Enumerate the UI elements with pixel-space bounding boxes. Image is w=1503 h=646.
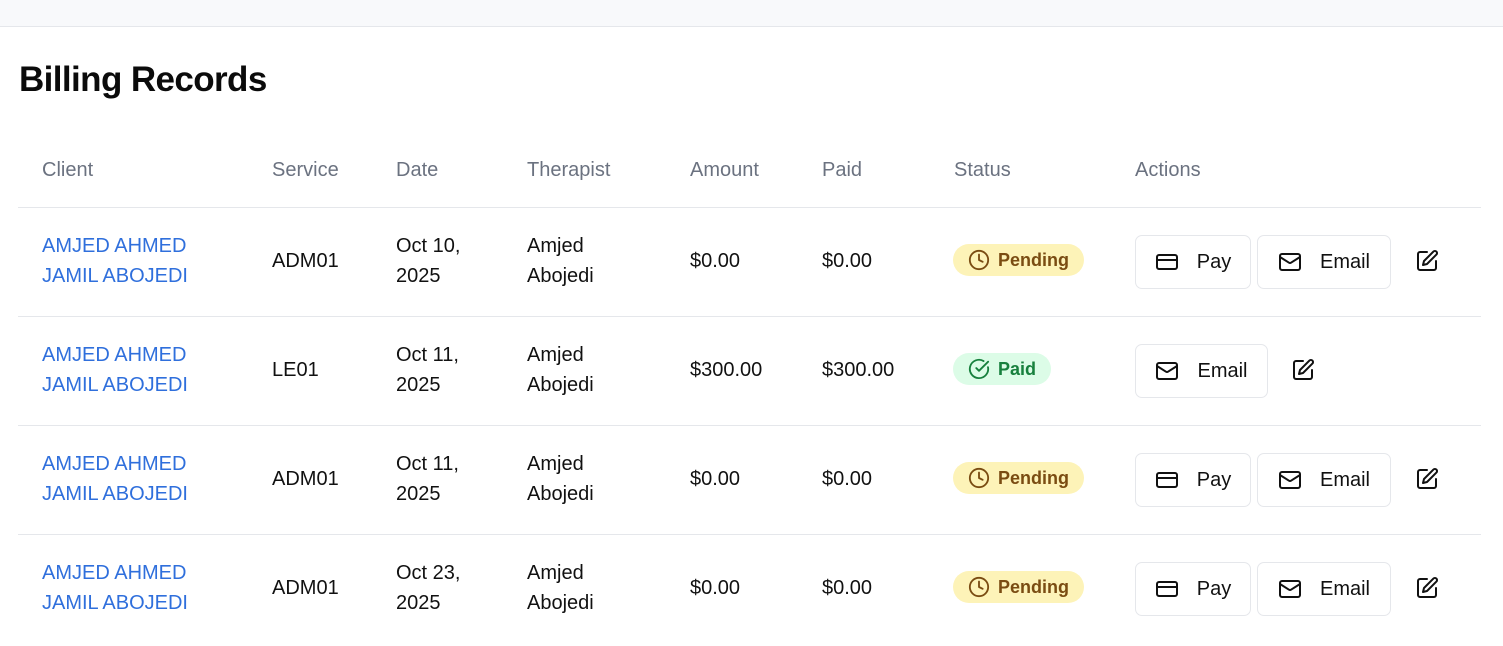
email-button[interactable]: Email <box>1257 453 1391 507</box>
page-title: Billing Records <box>19 60 267 99</box>
therapist-name: Amjed Abojedi <box>527 344 594 396</box>
pay-button[interactable]: Pay <box>1135 562 1251 616</box>
pay-label: Pay <box>1196 577 1232 600</box>
amount-value: $0.00 <box>690 468 741 490</box>
header-amount: Amount <box>690 159 759 181</box>
email-button[interactable]: Email <box>1257 235 1391 289</box>
therapist-name: Amjed Abojedi <box>527 453 594 505</box>
service-code: ADM01 <box>272 577 339 599</box>
service-code: ADM01 <box>272 250 339 272</box>
edit-icon <box>1291 358 1317 382</box>
header-therapist: Therapist <box>527 159 611 181</box>
paid-value: $0.00 <box>822 468 873 490</box>
edit-button[interactable] <box>1415 249 1441 275</box>
status-badge: Pending <box>953 462 1084 494</box>
status-badge: Pending <box>953 244 1084 276</box>
header-actions: Actions <box>1135 159 1201 181</box>
amount-value: $0.00 <box>690 577 741 599</box>
client-name-link[interactable]: AMJED AHMED JAMIL ABOJEDI <box>42 558 188 618</box>
billing-date: Oct 10, 2025 <box>396 235 461 287</box>
table-row: AMJED AHMED JAMIL ABOJEDI LE01 Oct 11, 202… <box>18 317 1481 426</box>
table-row: AMJED AHMED JAMIL ABOJEDI ADM01 Oct 23, 20… <box>18 535 1481 644</box>
status-label: Pending <box>998 576 1069 597</box>
clock-icon <box>968 249 998 271</box>
mail-icon <box>1278 468 1320 492</box>
paid-value: $0.00 <box>822 250 873 272</box>
service-code: ADM01 <box>272 468 339 490</box>
amount-value: $0.00 <box>690 250 741 272</box>
header-service: Service <box>272 159 339 181</box>
pay-button[interactable]: Pay <box>1135 235 1251 289</box>
edit-icon <box>1415 467 1441 491</box>
email-label: Email <box>1319 577 1370 600</box>
client-name-link[interactable]: AMJED AHMED JAMIL ABOJEDI <box>42 231 188 291</box>
pay-label: Pay <box>1196 468 1232 491</box>
billing-table: Client Service Date Therapist Amount Pai… <box>18 135 1481 644</box>
service-code: LE01 <box>272 359 319 381</box>
email-button[interactable]: Email <box>1135 344 1268 398</box>
email-button[interactable]: Email <box>1257 562 1391 616</box>
edit-icon <box>1415 576 1441 600</box>
client-name-link[interactable]: AMJED AHMED JAMIL ABOJEDI <box>42 449 188 509</box>
therapist-name: Amjed Abojedi <box>527 562 594 614</box>
edit-button[interactable] <box>1415 576 1441 602</box>
email-label: Email <box>1197 359 1248 382</box>
edit-button[interactable] <box>1415 467 1441 493</box>
header-status: Status <box>954 159 1011 181</box>
billing-date: Oct 11, 2025 <box>396 344 459 396</box>
status-label: Paid <box>998 358 1037 379</box>
email-label: Email <box>1319 468 1370 491</box>
header-client: Client <box>42 159 94 181</box>
table-header: Client Service Date Therapist Amount Pai… <box>18 135 1481 208</box>
status-label: Pending <box>998 249 1069 270</box>
clock-icon <box>968 467 998 489</box>
mail-icon <box>1278 577 1320 601</box>
paid-value: $300.00 <box>822 359 895 381</box>
credit-card-icon <box>1155 250 1197 274</box>
mail-icon <box>1278 250 1320 274</box>
pay-button[interactable]: Pay <box>1135 453 1251 507</box>
billing-date: Oct 23, 2025 <box>396 562 461 614</box>
credit-card-icon <box>1155 468 1197 492</box>
header-date: Date <box>396 159 439 181</box>
therapist-name: Amjed Abojedi <box>527 235 594 287</box>
table-row: AMJED AHMED JAMIL ABOJEDI ADM01 Oct 11, 20… <box>18 426 1481 535</box>
clock-icon <box>968 576 998 598</box>
check-circle-icon <box>968 358 998 380</box>
top-bar <box>0 0 1503 27</box>
status-label: Pending <box>998 467 1069 488</box>
header-paid: Paid <box>822 159 863 181</box>
edit-button[interactable] <box>1291 358 1317 384</box>
edit-icon <box>1415 249 1441 273</box>
amount-value: $300.00 <box>690 359 763 381</box>
credit-card-icon <box>1155 577 1197 601</box>
mail-icon <box>1155 359 1197 383</box>
status-badge: Paid <box>953 353 1052 385</box>
table-row: AMJED AHMED JAMIL ABOJEDI ADM01 Oct 10, 20… <box>18 208 1481 317</box>
email-label: Email <box>1319 250 1370 273</box>
pay-label: Pay <box>1196 250 1232 273</box>
table-body: AMJED AHMED JAMIL ABOJEDI ADM01 Oct 10, 20… <box>18 208 1481 644</box>
status-badge: Pending <box>953 571 1084 603</box>
billing-date: Oct 11, 2025 <box>396 453 459 505</box>
client-name-link[interactable]: AMJED AHMED JAMIL ABOJEDI <box>42 340 188 400</box>
paid-value: $0.00 <box>822 577 873 599</box>
